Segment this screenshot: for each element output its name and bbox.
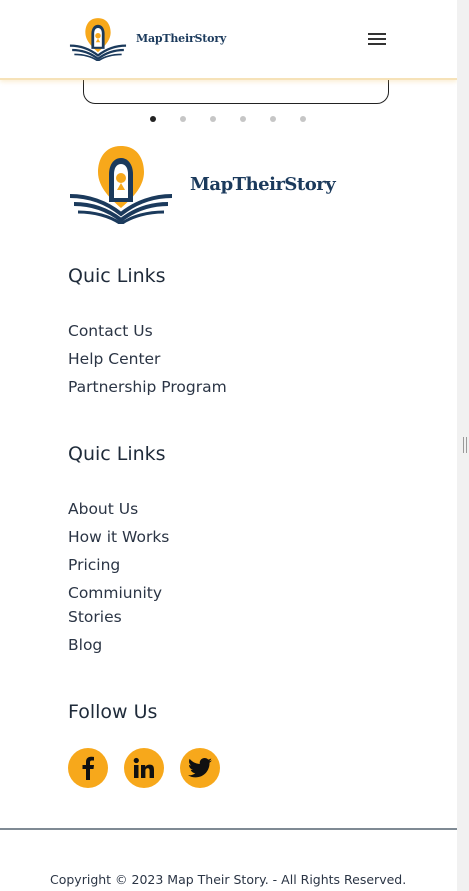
footer-section-title: Quic Links: [68, 265, 166, 287]
community-stories-link[interactable]: Commiunity Stories: [68, 581, 178, 629]
hamburger-bar: [368, 38, 386, 40]
twitter-icon[interactable]: [180, 748, 220, 788]
page-scrollbar[interactable]: [457, 0, 469, 891]
footer-divider: [0, 828, 457, 830]
site-header: MapTheirStory: [0, 0, 457, 80]
page-viewport: MapTheirStory MapTheirStory Quic Links C…: [0, 0, 457, 891]
carousel-dot[interactable]: [150, 116, 156, 122]
footer-link-item: Blog: [68, 633, 178, 657]
how-it-works-link[interactable]: How it Works: [68, 525, 178, 549]
map-their-story-logo[interactable]: [68, 17, 128, 61]
hamburger-menu-icon[interactable]: [368, 32, 386, 46]
carousel-dot[interactable]: [210, 116, 216, 122]
pricing-link[interactable]: Pricing: [68, 553, 178, 577]
carousel-dot[interactable]: [240, 116, 246, 122]
scrollbar-grip[interactable]: [463, 437, 467, 453]
carousel-dot[interactable]: [300, 116, 306, 122]
partnership-program-link[interactable]: Partnership Program: [68, 375, 227, 399]
footer-links-list: About Us How it Works Pricing Commiunity…: [68, 497, 178, 661]
footer-brand-name: MapTheirStory: [190, 174, 336, 195]
footer-link-item: Pricing: [68, 553, 178, 577]
help-center-link[interactable]: Help Center: [68, 347, 227, 371]
follow-us-title: Follow Us: [68, 701, 158, 723]
footer-logo[interactable]: [68, 144, 174, 224]
footer-link-item: About Us: [68, 497, 178, 521]
carousel-dot[interactable]: [180, 116, 186, 122]
footer-link-item: Commiunity Stories: [68, 581, 178, 629]
hamburger-bar: [368, 33, 386, 35]
about-us-link[interactable]: About Us: [68, 497, 178, 521]
header-brand-name[interactable]: MapTheirStory: [136, 32, 226, 45]
footer-section-title: Quic Links: [68, 443, 166, 465]
hamburger-bar: [368, 43, 386, 45]
linkedin-icon[interactable]: [124, 748, 164, 788]
blog-link[interactable]: Blog: [68, 633, 178, 657]
facebook-icon[interactable]: [68, 748, 108, 788]
copyright-text: Copyright © 2023 Map Their Story. - All …: [50, 872, 407, 887]
footer-link-item: Contact Us: [68, 319, 227, 343]
footer-link-item: Help Center: [68, 347, 227, 371]
carousel-dot[interactable]: [270, 116, 276, 122]
footer-link-item: How it Works: [68, 525, 178, 549]
contact-us-link[interactable]: Contact Us: [68, 319, 227, 343]
footer-links-list: Contact Us Help Center Partnership Progr…: [68, 319, 227, 403]
footer-link-item: Partnership Program: [68, 375, 227, 399]
